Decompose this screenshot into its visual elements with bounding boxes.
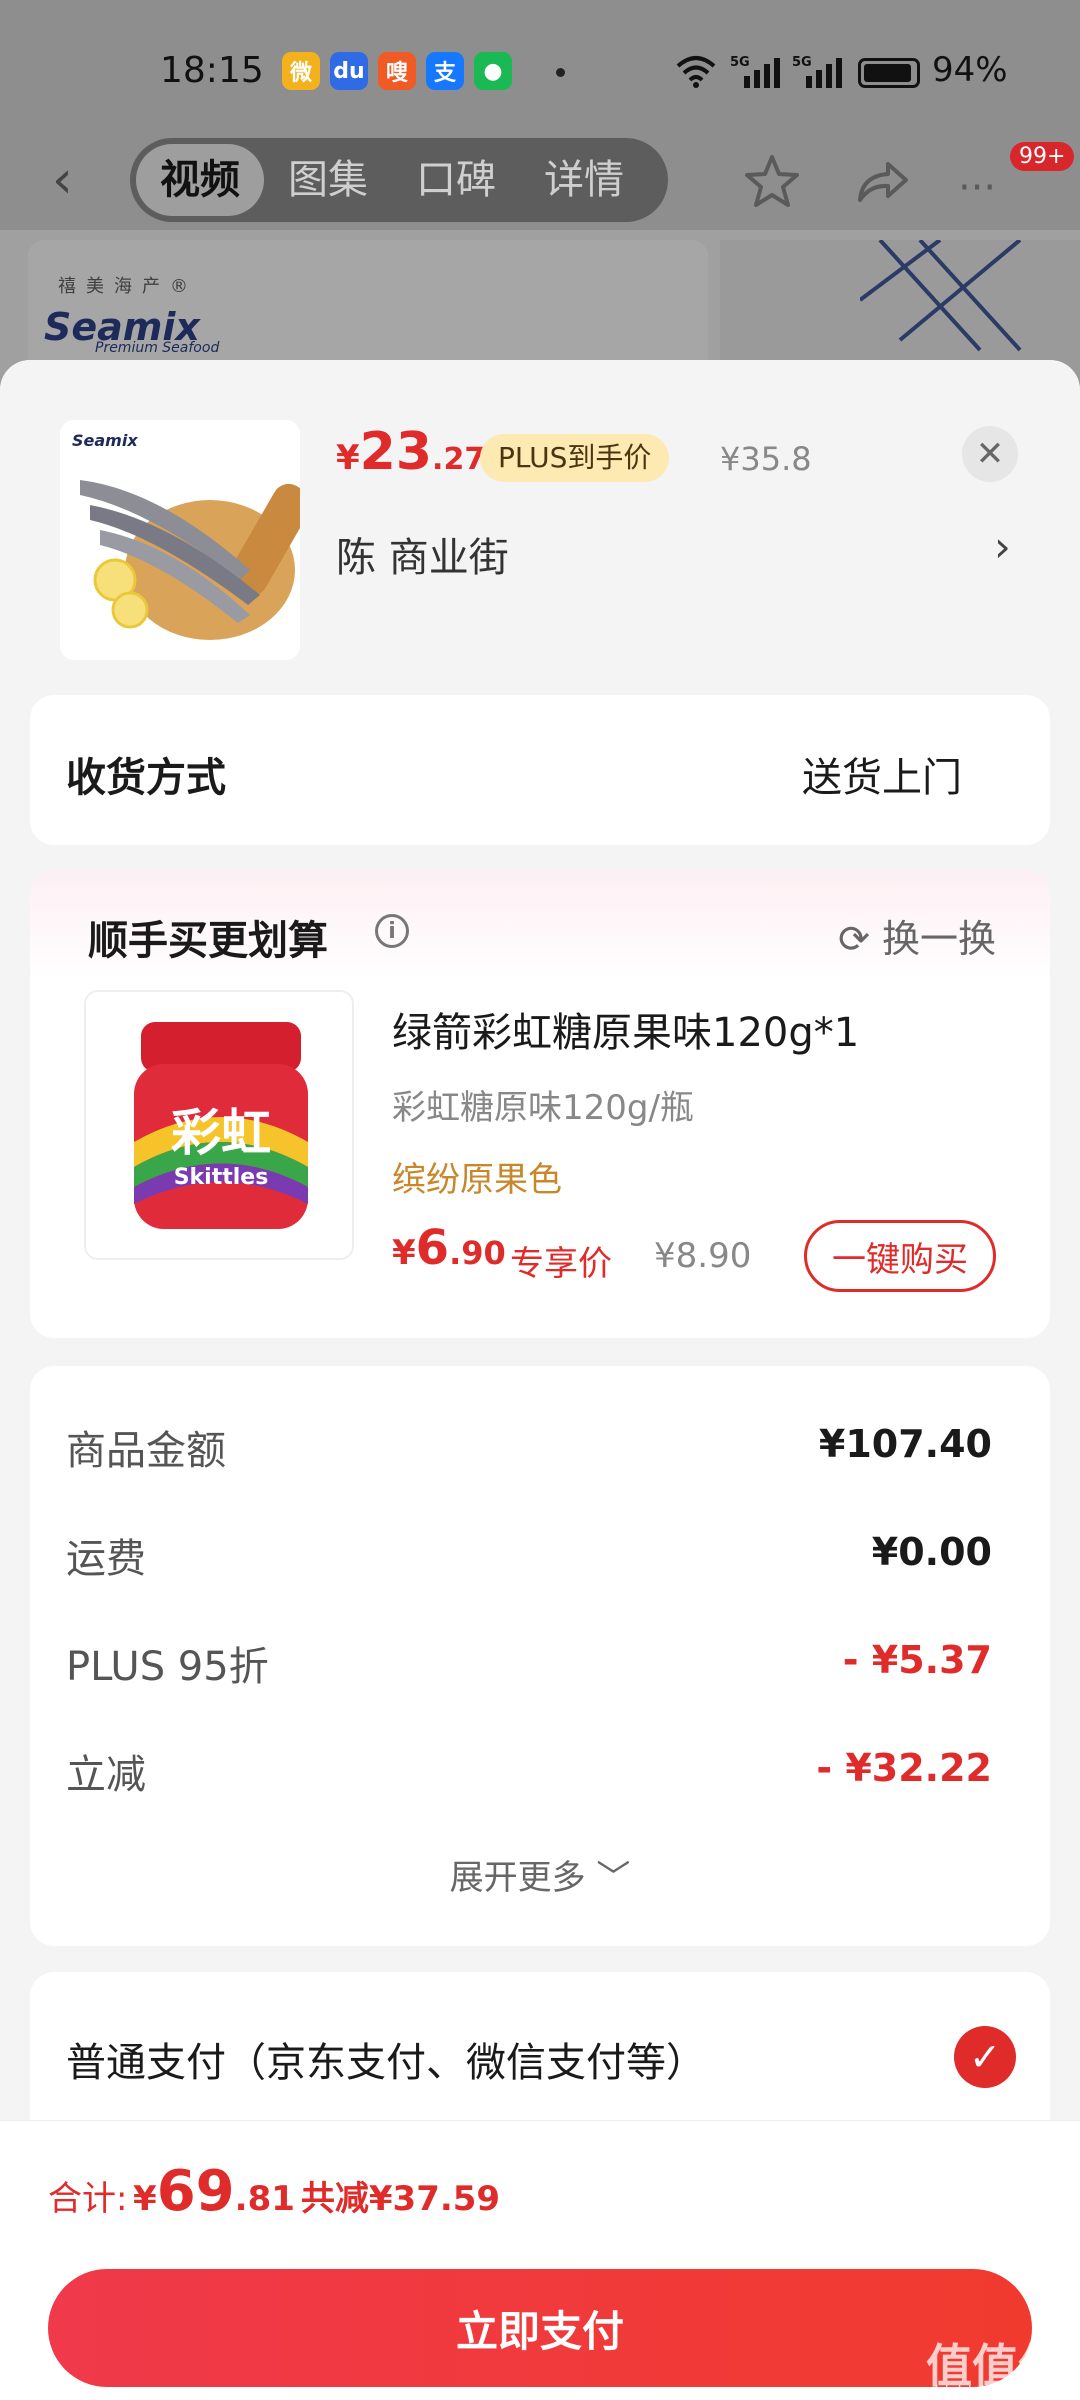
addon-product-spec: 彩虹糖原味120g/瓶	[392, 1088, 694, 1128]
delivery-address[interactable]: 陈 商业街	[336, 525, 509, 583]
grill-pattern	[860, 240, 1022, 352]
product-thumbnail: Seamix	[60, 420, 300, 660]
delivery-value: 送货上门	[802, 755, 962, 801]
status-time: 18:15	[160, 50, 264, 91]
summary-row: 运费 ¥0.00	[66, 1526, 992, 1586]
summary-row: 立减 - ¥32.22	[66, 1742, 992, 1802]
payment-method-label: 普通支付（京东支付、微信支付等）	[66, 2040, 706, 2086]
summary-value: - ¥32.22	[816, 1746, 992, 1790]
tab-3[interactable]: 详情	[520, 144, 648, 216]
addon-product-name[interactable]: 绿箭彩虹糖原果味120g*1	[392, 1000, 859, 1058]
favorite-star-icon[interactable]	[742, 152, 802, 222]
summary-value: - ¥5.37	[842, 1638, 992, 1682]
alipay-icon: 支	[426, 52, 464, 90]
message-icon: ●	[474, 52, 512, 90]
total-label: 合计:	[48, 2179, 128, 2219]
expand-more-button[interactable]: 展开更多 ﹀	[30, 1850, 1050, 1899]
delivery-label: 收货方式	[66, 755, 226, 801]
media-tabs: 视频 图集 口碑 详情	[130, 138, 668, 222]
info-icon[interactable]: i	[375, 914, 409, 948]
signal-icon-1: 5G	[730, 54, 780, 97]
tab-0[interactable]: 视频	[136, 144, 264, 216]
original-price: ¥35.8	[720, 440, 812, 478]
addon-product-variant: 缤纷原果色	[392, 1160, 562, 1200]
checkout-footer: 合计: ¥69.81 共减¥37.59 立即支付	[0, 2120, 1080, 2400]
exclusive-price-label: 专享价	[510, 1244, 612, 1284]
pay-now-button[interactable]: 立即支付	[48, 2269, 1032, 2387]
addon-card: 顺手买更划算 i ⟳ 换一换 彩虹 Skittles 绿箭彩虹糖原果味120g*1…	[30, 870, 1050, 1338]
battery-icon	[858, 58, 920, 88]
addon-title: 顺手买更划算	[88, 918, 328, 964]
more-icon[interactable]: ···	[958, 160, 996, 216]
addon-price-decimal: .90	[449, 1234, 506, 1272]
checkmark-icon[interactable]: ✓	[954, 2026, 1016, 2088]
addon-price-symbol: ¥	[392, 1233, 416, 1273]
tab-1[interactable]: 图集	[264, 144, 392, 216]
addon-price-integer: 6	[415, 1220, 450, 1276]
thumb-brand: Seamix	[72, 431, 138, 450]
total-saved: 共减¥37.59	[300, 2179, 501, 2219]
back-icon[interactable]: ‹	[52, 152, 100, 208]
total-amount: 合计: ¥69.81 共减¥37.59	[48, 2159, 500, 2224]
price-summary-card: 商品金额 ¥107.40 运费 ¥0.00 PLUS 95折 - ¥5.37 立减 - ¥32…	[30, 1366, 1050, 1946]
wifi-icon	[676, 54, 716, 95]
message-count-badge: 99+	[1010, 142, 1075, 171]
total-integer: 69	[156, 2159, 235, 2224]
manhua-icon: 嗖	[378, 52, 416, 90]
product-price: ¥23.27	[336, 422, 485, 482]
summary-value: ¥107.40	[818, 1422, 992, 1466]
swap-button[interactable]: ⟳ 换一换	[838, 908, 996, 963]
background-page: 禧美海产® Seamix Premium Seafood 18:15 微 du 嗖支…	[0, 0, 1080, 400]
weibo-icon: 微	[282, 52, 320, 90]
summary-label: PLUS 95折	[66, 1644, 269, 1690]
swap-label: 换一换	[881, 917, 996, 961]
total-decimal: .81	[234, 2179, 295, 2219]
total-symbol: ¥	[133, 2179, 157, 2219]
delivery-method-card[interactable]: 收货方式 送货上门	[30, 695, 1050, 845]
network-label-1: 5G	[730, 55, 750, 70]
chevron-down-icon: ﹀	[596, 1858, 631, 1898]
price-decimal: .27	[432, 442, 486, 477]
close-icon[interactable]: ✕	[962, 426, 1018, 482]
fish-image: Seamix	[60, 420, 300, 660]
more-notifications-dot	[556, 68, 565, 77]
tab-2[interactable]: 口碑	[392, 144, 520, 216]
addon-original-price: ¥8.90	[654, 1236, 752, 1276]
summary-value: ¥0.00	[871, 1530, 992, 1574]
share-icon[interactable]	[852, 152, 912, 222]
summary-row: 商品金额 ¥107.40	[66, 1418, 992, 1478]
price-symbol: ¥	[336, 438, 360, 478]
candy-brand-cn: 彩虹	[171, 1104, 271, 1162]
checkout-sheet: Seamix ¥23.27 PLUS到手价 ¥35.8 ✕ 陈 商业街 › 收货…	[0, 360, 1080, 2400]
summary-label: 商品金额	[66, 1428, 226, 1474]
candy-jar-image: 彩虹 Skittles	[86, 992, 352, 1258]
watermark-url: zhizhizhi.com	[926, 2382, 1035, 2400]
plus-price-tag: PLUS到手价	[480, 434, 670, 482]
baidu-icon: du	[330, 52, 368, 90]
candy-brand-en: Skittles	[174, 1165, 269, 1190]
chevron-right-icon[interactable]: ›	[994, 522, 1011, 571]
top-nav: ‹ 视频 图集 口碑 详情 ··· 99+	[0, 130, 1080, 230]
summary-label: 立减	[66, 1752, 146, 1798]
brand-tagline: Premium Seafood	[95, 340, 220, 356]
price-integer: 23	[359, 422, 433, 482]
signal-icon-2: 5G	[792, 54, 842, 97]
status-bar: 18:15 微 du 嗖支 ● 5G 5G 94%	[0, 0, 1080, 140]
one-click-buy-button[interactable]: 一键购买	[804, 1220, 996, 1292]
addon-product-image[interactable]: 彩虹 Skittles	[84, 990, 354, 1260]
addon-price: ¥6.90	[392, 1220, 506, 1276]
refresh-icon: ⟳	[838, 917, 870, 961]
product-header: Seamix ¥23.27 PLUS到手价 ¥35.8 ✕ 陈 商业街 ›	[0, 360, 1080, 700]
summary-row: PLUS 95折 - ¥5.37	[66, 1634, 992, 1694]
brand-cn-text: 禧美海产®	[58, 276, 198, 297]
summary-label: 运费	[66, 1536, 146, 1582]
battery-fill	[864, 64, 911, 82]
expand-label: 展开更多	[449, 1858, 586, 1898]
battery-percent: 94%	[932, 50, 1008, 90]
network-label-2: 5G	[792, 55, 812, 70]
